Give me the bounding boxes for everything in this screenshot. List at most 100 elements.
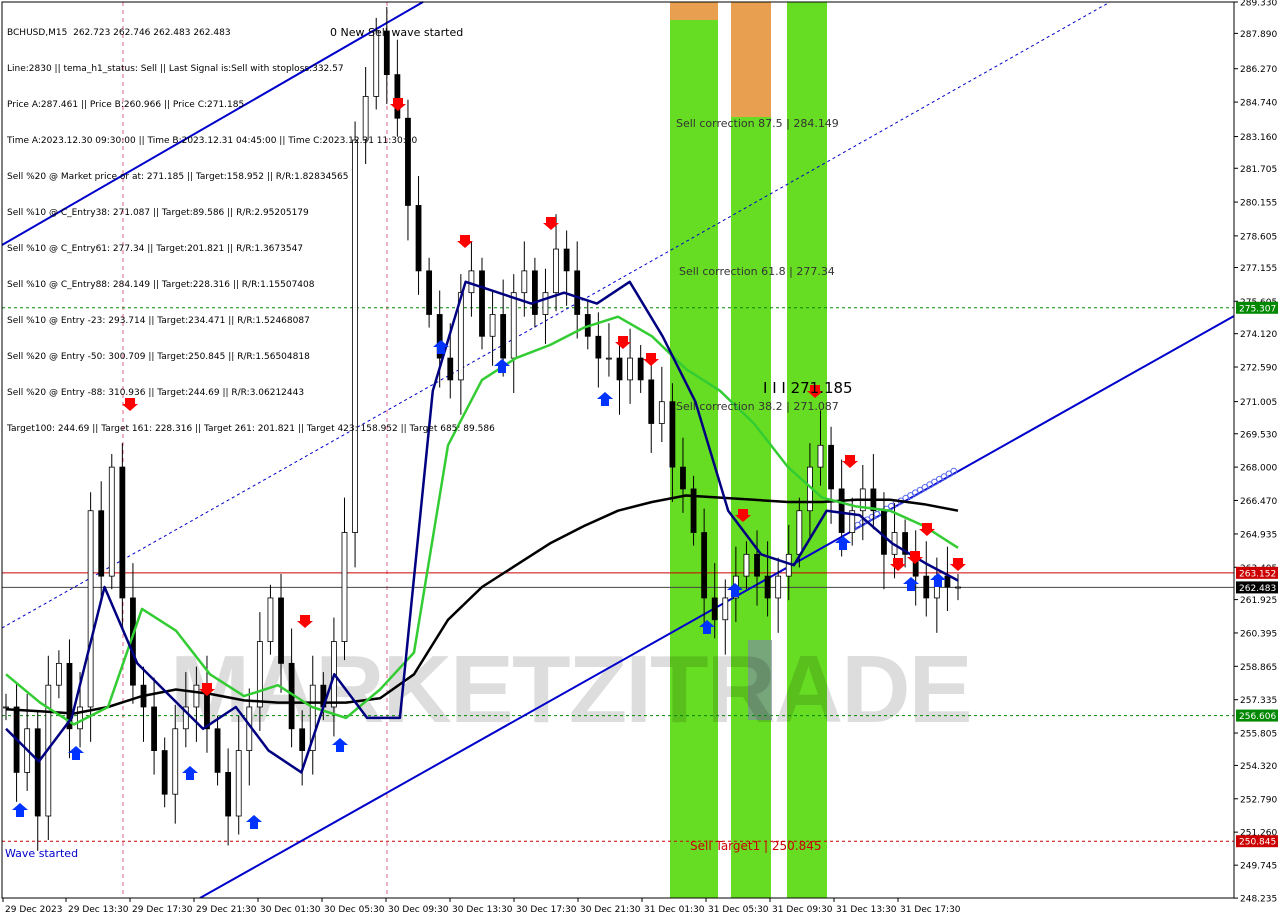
candle-body bbox=[627, 357, 633, 381]
candle-body bbox=[553, 248, 559, 294]
sell-correction-875-label: Sell correction 87.5 | 284.149 bbox=[676, 117, 839, 130]
y-tick-label: 281.705 bbox=[1240, 165, 1277, 175]
candle-body bbox=[256, 641, 263, 708]
candle-body bbox=[34, 728, 41, 817]
zone-band-top bbox=[731, 2, 771, 117]
info-line: Time A:2023.12.30 09:30:00 || Time B:202… bbox=[7, 136, 418, 146]
candle-body bbox=[616, 357, 623, 381]
x-tick-label: 30 Dec 21:30 bbox=[580, 905, 641, 915]
candle-body bbox=[108, 466, 115, 577]
info-line: Sell %20 @ Entry -50: 300.709 || Target:… bbox=[7, 352, 310, 362]
y-tick-label: 264.935 bbox=[1240, 530, 1277, 540]
candle-body bbox=[299, 728, 306, 751]
x-tick-label: 31 Dec 13:30 bbox=[836, 905, 897, 915]
candle-body bbox=[77, 706, 83, 730]
sell-correction-382-label: Sell correction 38.2 | 271.087 bbox=[676, 400, 839, 413]
y-tick-label: 280.155 bbox=[1240, 199, 1277, 209]
buy-arrow-icon bbox=[182, 766, 198, 780]
x-tick-label: 31 Dec 01:30 bbox=[644, 905, 705, 915]
buy-arrow-icon bbox=[12, 803, 28, 817]
candle-body bbox=[510, 292, 517, 359]
sell-correction-618-label: Sell correction 61.8 | 277.34 bbox=[679, 265, 835, 278]
red-level-tag: 263.152 bbox=[1239, 569, 1276, 579]
info-line: Sell %10 @ Entry -23: 293.714 || Target:… bbox=[7, 316, 310, 326]
candle-body bbox=[606, 357, 612, 360]
candle-body bbox=[214, 728, 221, 773]
candle-body bbox=[743, 553, 750, 577]
sell-arrow-icon bbox=[950, 558, 966, 571]
info-panel: BCHUSD,M15 262.723 262.746 262.483 262.4… bbox=[7, 3, 495, 459]
y-tick-label: 268.000 bbox=[1240, 464, 1277, 474]
candle-body bbox=[796, 510, 803, 555]
candle-body bbox=[172, 728, 179, 795]
y-tick-label: 252.790 bbox=[1240, 795, 1277, 805]
candle-body bbox=[658, 401, 665, 424]
green-upper-tag: 275.307 bbox=[1239, 304, 1276, 314]
candle-body bbox=[563, 248, 570, 272]
y-tick-label: 248.235 bbox=[1240, 895, 1277, 905]
buy-arrow-icon bbox=[246, 815, 262, 829]
y-tick-label: 283.160 bbox=[1240, 133, 1277, 143]
x-tick-label: 29 Dec 2023 bbox=[5, 905, 63, 915]
y-tick-label: 266.470 bbox=[1240, 497, 1277, 507]
sell-arrow-icon bbox=[543, 217, 559, 230]
candle-body bbox=[648, 379, 655, 424]
candle-body bbox=[151, 706, 157, 751]
candle-body bbox=[722, 597, 729, 621]
info-line: Sell %10 @ C_Entry88: 284.149 || Target:… bbox=[7, 280, 315, 290]
buy-arrow-icon bbox=[597, 392, 613, 406]
info-line: Sell %10 @ C_Entry61: 277.34 || Target:2… bbox=[7, 244, 304, 254]
candle-body bbox=[521, 270, 528, 294]
x-tick-label: 29 Dec 13:30 bbox=[68, 905, 129, 915]
candle-body bbox=[531, 270, 538, 315]
candle-body bbox=[3, 706, 9, 709]
candle-body bbox=[775, 575, 782, 599]
candle-body bbox=[225, 771, 232, 817]
candle-body bbox=[669, 401, 676, 468]
y-tick-label: 277.155 bbox=[1240, 264, 1277, 274]
zone-bands bbox=[670, 2, 827, 898]
x-tick-label: 30 Dec 13:30 bbox=[452, 905, 513, 915]
info-line: Sell %20 @ Market price or at: 271.185 |… bbox=[7, 172, 349, 182]
y-tick-label: 261.925 bbox=[1240, 596, 1277, 606]
candle-body bbox=[817, 444, 824, 468]
sell-target-label: Sell Target1 | 250.845 bbox=[690, 839, 822, 853]
sell-arrow-icon bbox=[615, 336, 631, 349]
buy-arrow-icon bbox=[903, 577, 919, 591]
candle-body bbox=[98, 510, 105, 577]
sell-arrow-icon bbox=[643, 353, 659, 366]
candle-body bbox=[87, 510, 94, 708]
y-tick-label: 255.805 bbox=[1240, 730, 1277, 740]
wave-top-label: 0 New Sell wave started bbox=[330, 26, 464, 39]
candle-body bbox=[881, 510, 887, 555]
y-tick-label: 289.330 bbox=[1240, 0, 1277, 9]
x-tick-label: 31 Dec 17:30 bbox=[900, 905, 961, 915]
sell-arrow-icon bbox=[890, 558, 906, 571]
x-tick-label: 29 Dec 17:30 bbox=[132, 905, 193, 915]
sell-arrow-icon bbox=[297, 615, 313, 628]
candle-body bbox=[119, 466, 126, 599]
candle-body bbox=[701, 532, 708, 599]
candle-body bbox=[944, 575, 951, 588]
zone-band bbox=[731, 2, 771, 898]
candle-body bbox=[267, 597, 274, 642]
x-tick-label: 31 Dec 09:30 bbox=[772, 905, 833, 915]
x-tick-label: 30 Dec 09:30 bbox=[388, 905, 449, 915]
point-c-label: I I I 271.185 bbox=[763, 379, 853, 397]
y-tick-label: 258.865 bbox=[1240, 663, 1277, 673]
sell-arrow-icon bbox=[842, 455, 858, 468]
zone-band-top bbox=[670, 2, 718, 20]
y-tick-label: 278.605 bbox=[1240, 232, 1277, 242]
buy-arrow-icon bbox=[68, 746, 84, 760]
y-tick-label: 272.590 bbox=[1240, 364, 1277, 374]
candle-body bbox=[595, 335, 602, 359]
x-tick-label: 29 Dec 21:30 bbox=[196, 905, 257, 915]
x-tick-label: 30 Dec 05:30 bbox=[324, 905, 385, 915]
y-tick-label: 284.740 bbox=[1240, 99, 1277, 109]
candle-body bbox=[500, 314, 507, 359]
info-line: Sell %20 @ Entry -88: 310.936 || Target:… bbox=[7, 388, 305, 398]
candle-body bbox=[193, 684, 200, 708]
current-price-tag: 262.483 bbox=[1239, 584, 1276, 594]
y-tick-label: 286.270 bbox=[1240, 65, 1277, 75]
candle-body bbox=[278, 597, 284, 664]
